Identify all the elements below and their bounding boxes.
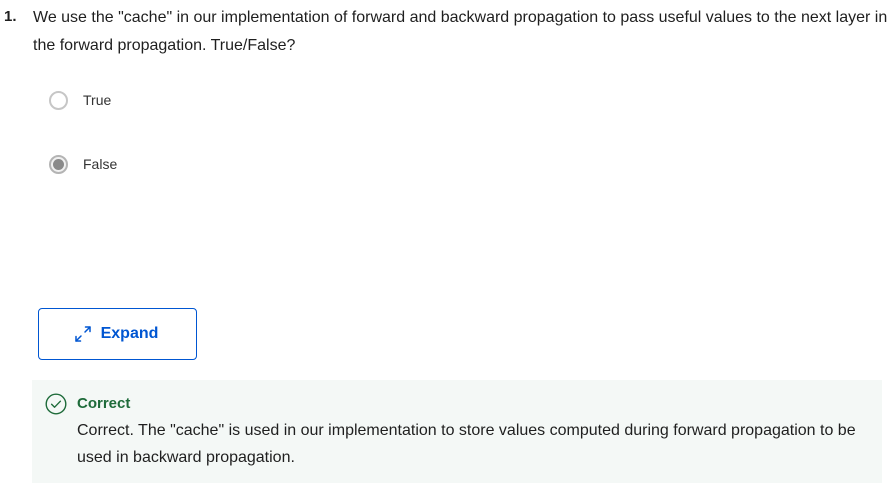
feedback-status: Correct bbox=[77, 395, 131, 412]
feedback-explanation: Correct. The "cache" is used in our impl… bbox=[77, 422, 856, 466]
feedback-panel: Correct Correct. The "cache" is used in … bbox=[32, 380, 882, 483]
radio-button-false[interactable] bbox=[49, 154, 68, 174]
option-label-true: True bbox=[83, 92, 112, 108]
quiz-page: 1. We use the "cache" in our implementat… bbox=[0, 0, 895, 495]
expand-label: Expand bbox=[100, 325, 159, 342]
question-number: 1. bbox=[4, 8, 17, 25]
check-circle-icon bbox=[45, 393, 67, 415]
expand-button[interactable]: Expand bbox=[38, 308, 197, 360]
option-true[interactable]: True bbox=[49, 90, 111, 110]
option-false[interactable]: False bbox=[49, 154, 117, 174]
radio-selected-dot bbox=[53, 158, 64, 170]
option-label-false: False bbox=[83, 156, 118, 172]
radio-button-true[interactable] bbox=[49, 90, 68, 110]
expand-arrows-icon bbox=[73, 324, 93, 344]
question-text: We use the "cache" in our implementation… bbox=[33, 9, 888, 54]
